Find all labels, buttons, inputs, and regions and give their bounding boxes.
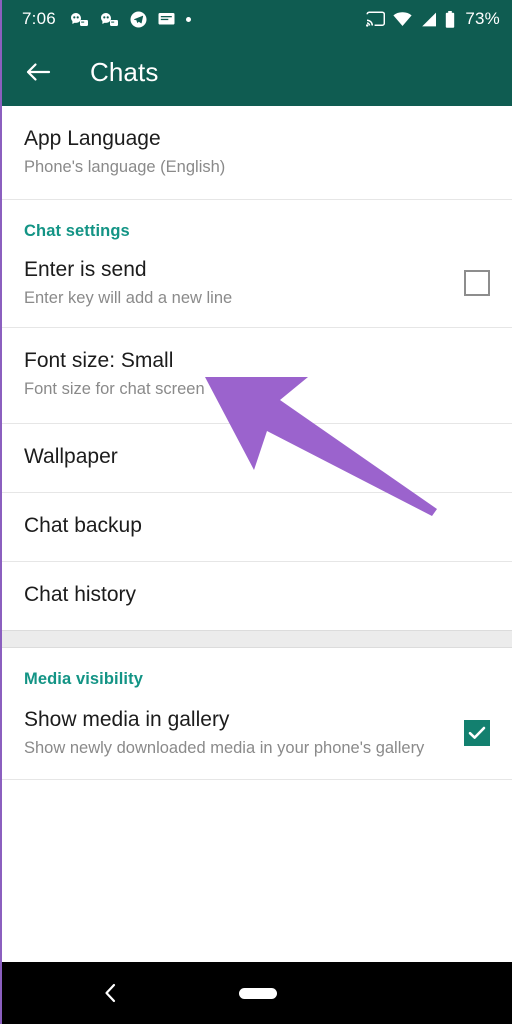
page-title: Chats — [90, 56, 159, 87]
section-header-chat-settings: Chat settings — [24, 221, 130, 240]
cast-icon — [366, 11, 386, 27]
wallpaper-title: Wallpaper — [24, 445, 118, 469]
status-system-icons: 73% — [366, 9, 500, 29]
setting-row-chat-backup[interactable]: Chat backup — [2, 492, 512, 561]
app-language-subtitle: Phone's language (English) — [24, 158, 226, 177]
enter-is-send-title: Enter is send — [24, 257, 147, 281]
status-notification-icons — [70, 11, 366, 28]
setting-row-font-size[interactable]: Font size: Small Font size for chat scre… — [2, 328, 512, 423]
telegram-icon — [130, 11, 147, 27]
font-size-title: Font size: Small — [24, 349, 174, 373]
status-clock: 7:06 — [22, 9, 56, 28]
app-bar: Chats — [2, 38, 512, 106]
battery-icon — [446, 10, 455, 28]
enter-is-send-checkbox[interactable] — [464, 269, 490, 296]
chat-history-title: Chat history — [24, 583, 137, 607]
check-icon — [468, 726, 486, 739]
settings-list: App Language Phone's language (English) … — [2, 106, 512, 933]
setting-row-app-language[interactable]: App Language Phone's language (English) — [2, 106, 512, 199]
show-media-title: Show media in gallery — [24, 707, 230, 731]
enter-is-send-subtitle: Enter key will add a new line — [24, 288, 233, 307]
wifi-icon — [393, 11, 412, 26]
phone-screen: 7:06 73% Chats App Language Phone's lang… — [0, 0, 512, 1024]
dot-icon — [185, 16, 191, 22]
nav-back-icon[interactable] — [100, 982, 122, 1004]
chat-backup-title: Chat backup — [24, 514, 142, 538]
discord-icon — [70, 12, 88, 26]
setting-row-enter-is-send[interactable]: Enter is send Enter key will add a new l… — [2, 240, 512, 328]
section-separator-band — [2, 629, 512, 648]
signal-icon — [422, 12, 437, 26]
show-media-subtitle: Show newly downloaded media in your phon… — [24, 738, 425, 757]
setting-row-chat-history[interactable]: Chat history — [2, 561, 512, 630]
battery-percent: 73% — [465, 9, 500, 28]
setting-row-wallpaper[interactable]: Wallpaper — [2, 423, 512, 492]
section-header-media-visibility: Media visibility — [24, 669, 143, 688]
setting-row-show-media-in-gallery[interactable]: Show media in gallery Show newly downloa… — [2, 688, 512, 780]
empty-list-area — [2, 780, 512, 933]
font-size-subtitle: Font size for chat screen — [24, 380, 205, 399]
message-icon — [158, 12, 175, 24]
android-nav-bar — [2, 962, 512, 1024]
discord-icon — [100, 12, 118, 26]
show-media-checkbox[interactable] — [464, 719, 490, 746]
status-bar: 7:06 73% — [2, 0, 512, 38]
nav-home-pill[interactable] — [239, 987, 277, 999]
app-language-title: App Language — [24, 127, 161, 150]
back-arrow-icon[interactable] — [24, 58, 52, 86]
